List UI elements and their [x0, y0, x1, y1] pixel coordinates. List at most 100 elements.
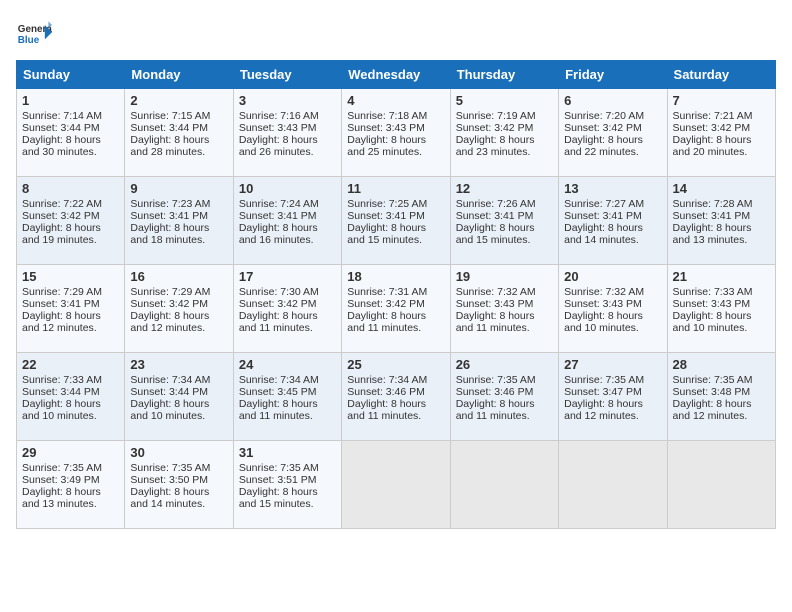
cell-info-line: Daylight: 8 hours — [239, 398, 336, 410]
calendar-cell: 4Sunrise: 7:18 AMSunset: 3:43 PMDaylight… — [342, 89, 450, 177]
calendar-cell — [667, 441, 775, 529]
cell-info-line: Daylight: 8 hours — [456, 134, 553, 146]
calendar-cell — [450, 441, 558, 529]
cell-info-line: and 30 minutes. — [22, 146, 119, 158]
cell-info-line: Sunrise: 7:15 AM — [130, 110, 227, 122]
calendar-cell: 18Sunrise: 7:31 AMSunset: 3:42 PMDayligh… — [342, 265, 450, 353]
cell-info-line: and 15 minutes. — [456, 234, 553, 246]
day-number: 30 — [130, 445, 227, 460]
cell-info-line: Sunrise: 7:35 AM — [239, 462, 336, 474]
calendar-cell: 9 Sunrise: 7:23 AMSunset: 3:41 PMDaylight… — [125, 177, 233, 265]
day-number: 25 — [347, 357, 444, 372]
page-header: General Blue — [16, 16, 776, 52]
cell-info-line: Daylight: 8 hours — [130, 134, 227, 146]
cell-info-line: Daylight: 8 hours — [22, 310, 119, 322]
cell-info-line: and 23 minutes. — [456, 146, 553, 158]
cell-info-line: Sunset: 3:43 PM — [564, 298, 661, 310]
weekday-header: Tuesday — [233, 61, 341, 89]
cell-info-line: Sunset: 3:48 PM — [673, 386, 770, 398]
cell-info-line: Sunset: 3:42 PM — [456, 122, 553, 134]
cell-info-line: Sunset: 3:47 PM — [564, 386, 661, 398]
cell-info-line: Sunrise: 7:34 AM — [239, 374, 336, 386]
calendar-cell: 29Sunrise: 7:35 AMSunset: 3:49 PMDayligh… — [17, 441, 125, 529]
cell-info-line: Daylight: 8 hours — [347, 310, 444, 322]
cell-info-line: and 26 minutes. — [239, 146, 336, 158]
cell-info-line: and 20 minutes. — [673, 146, 770, 158]
calendar-cell: 20Sunrise: 7:32 AMSunset: 3:43 PMDayligh… — [559, 265, 667, 353]
day-number: 2 — [130, 93, 227, 108]
cell-info-line: Sunset: 3:41 PM — [673, 210, 770, 222]
cell-info-line: Sunrise: 7:29 AM — [130, 286, 227, 298]
cell-info-line: and 19 minutes. — [22, 234, 119, 246]
logo-icon: General Blue — [16, 16, 52, 52]
cell-info-line: Sunrise: 7:31 AM — [347, 286, 444, 298]
calendar-cell: 10Sunrise: 7:24 AMSunset: 3:41 PMDayligh… — [233, 177, 341, 265]
cell-info-line: Daylight: 8 hours — [673, 134, 770, 146]
cell-info-line: Daylight: 8 hours — [673, 310, 770, 322]
cell-info-line: Daylight: 8 hours — [130, 486, 227, 498]
calendar-cell: 27Sunrise: 7:35 AMSunset: 3:47 PMDayligh… — [559, 353, 667, 441]
cell-info-line: Daylight: 8 hours — [456, 222, 553, 234]
calendar-cell: 1Sunrise: 7:14 AMSunset: 3:44 PMDaylight… — [17, 89, 125, 177]
cell-info-line: and 15 minutes. — [239, 498, 336, 510]
calendar-week-row: 15Sunrise: 7:29 AMSunset: 3:41 PMDayligh… — [17, 265, 776, 353]
cell-info-line: and 12 minutes. — [673, 410, 770, 422]
cell-info-line: Sunrise: 7:26 AM — [456, 198, 553, 210]
calendar-body: 1Sunrise: 7:14 AMSunset: 3:44 PMDaylight… — [17, 89, 776, 529]
day-number: 27 — [564, 357, 661, 372]
day-number: 20 — [564, 269, 661, 284]
day-number: 28 — [673, 357, 770, 372]
cell-info-line: Sunrise: 7:35 AM — [564, 374, 661, 386]
cell-info-line: and 11 minutes. — [456, 322, 553, 334]
cell-info-line: Sunset: 3:51 PM — [239, 474, 336, 486]
cell-info-line: Sunset: 3:43 PM — [347, 122, 444, 134]
day-number: 9 — [130, 181, 227, 196]
cell-info-line: Sunrise: 7:21 AM — [673, 110, 770, 122]
day-number: 22 — [22, 357, 119, 372]
day-number: 14 — [673, 181, 770, 196]
cell-info-line: Daylight: 8 hours — [239, 310, 336, 322]
calendar-cell: 28Sunrise: 7:35 AMSunset: 3:48 PMDayligh… — [667, 353, 775, 441]
cell-info-line: Sunset: 3:41 PM — [22, 298, 119, 310]
cell-info-line: and 12 minutes. — [130, 322, 227, 334]
calendar-cell: 31Sunrise: 7:35 AMSunset: 3:51 PMDayligh… — [233, 441, 341, 529]
cell-info-line: Sunset: 3:44 PM — [22, 122, 119, 134]
cell-info-line: Sunset: 3:46 PM — [456, 386, 553, 398]
calendar-cell: 11Sunrise: 7:25 AMSunset: 3:41 PMDayligh… — [342, 177, 450, 265]
cell-info-line: Sunrise: 7:30 AM — [239, 286, 336, 298]
cell-info-line: Sunrise: 7:16 AM — [239, 110, 336, 122]
day-number: 19 — [456, 269, 553, 284]
calendar-cell: 13Sunrise: 7:27 AMSunset: 3:41 PMDayligh… — [559, 177, 667, 265]
cell-info-line: Sunset: 3:42 PM — [347, 298, 444, 310]
cell-info-line: Daylight: 8 hours — [239, 222, 336, 234]
cell-info-line: and 13 minutes. — [22, 498, 119, 510]
cell-info-line: Sunrise: 7:29 AM — [22, 286, 119, 298]
cell-info-line: Sunset: 3:44 PM — [130, 386, 227, 398]
cell-info-line: Sunset: 3:41 PM — [564, 210, 661, 222]
cell-info-line: and 16 minutes. — [239, 234, 336, 246]
cell-info-line: Daylight: 8 hours — [673, 398, 770, 410]
calendar-cell: 7Sunrise: 7:21 AMSunset: 3:42 PMDaylight… — [667, 89, 775, 177]
day-number: 15 — [22, 269, 119, 284]
cell-info-line: Sunrise: 7:28 AM — [673, 198, 770, 210]
calendar-cell: 17Sunrise: 7:30 AMSunset: 3:42 PMDayligh… — [233, 265, 341, 353]
cell-info-line: Daylight: 8 hours — [130, 222, 227, 234]
calendar-cell: 6Sunrise: 7:20 AMSunset: 3:42 PMDaylight… — [559, 89, 667, 177]
cell-info-line: Sunset: 3:41 PM — [130, 210, 227, 222]
day-number: 16 — [130, 269, 227, 284]
weekday-header: Friday — [559, 61, 667, 89]
cell-info-line: Sunrise: 7:23 AM — [130, 198, 227, 210]
cell-info-line: Daylight: 8 hours — [456, 310, 553, 322]
cell-info-line: and 28 minutes. — [130, 146, 227, 158]
calendar-cell: 15 Sunrise: 7:29 AMSunset: 3:41 PMDayligh… — [17, 265, 125, 353]
cell-info-line: Daylight: 8 hours — [22, 398, 119, 410]
cell-info-line: Sunset: 3:42 PM — [673, 122, 770, 134]
cell-info-line: Daylight: 8 hours — [564, 310, 661, 322]
day-number: 3 — [239, 93, 336, 108]
calendar-cell: 2Sunrise: 7:15 AMSunset: 3:44 PMDaylight… — [125, 89, 233, 177]
cell-info-line: Daylight: 8 hours — [347, 134, 444, 146]
day-number: 31 — [239, 445, 336, 460]
cell-info-line: Sunrise: 7:18 AM — [347, 110, 444, 122]
day-number: 17 — [239, 269, 336, 284]
cell-info-line: Daylight: 8 hours — [456, 398, 553, 410]
